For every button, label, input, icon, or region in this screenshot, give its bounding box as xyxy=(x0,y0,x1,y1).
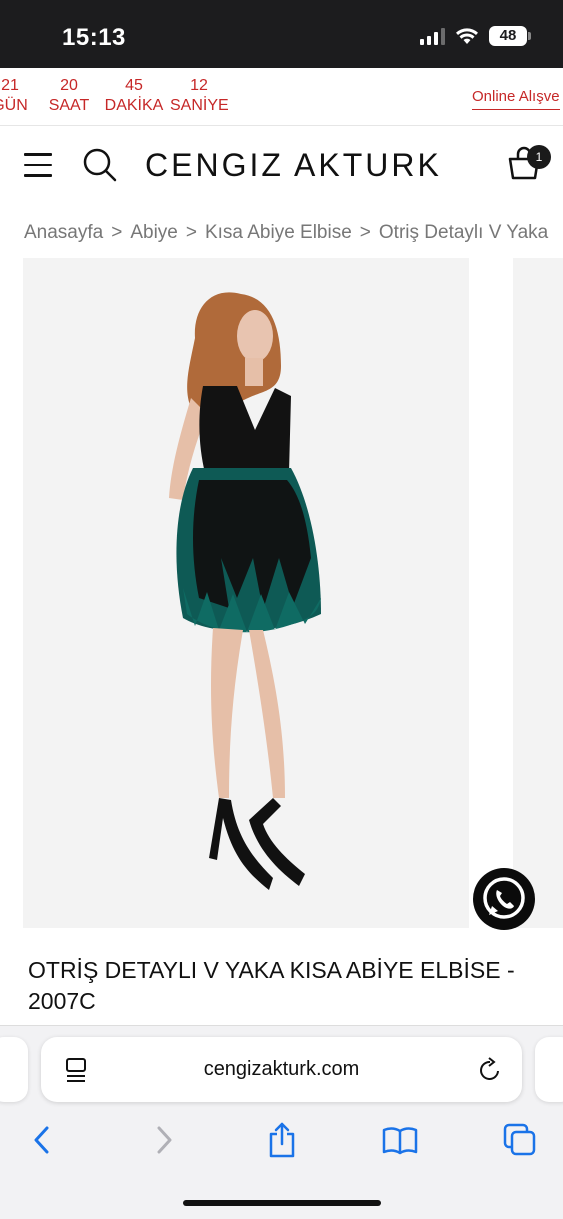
site-logo[interactable]: CENGIZ AKTURK xyxy=(145,147,442,184)
breadcrumb-separator: > xyxy=(111,222,123,243)
home-indicator xyxy=(183,1200,381,1206)
cart-count-badge: 1 xyxy=(527,145,551,169)
url-text: cengizakturk.com xyxy=(203,1058,360,1080)
status-bar: 15:13 48 xyxy=(0,0,563,68)
whatsapp-button[interactable] xyxy=(473,868,535,930)
whatsapp-icon xyxy=(483,877,525,919)
back-button[interactable] xyxy=(22,1120,62,1160)
bookmarks-button[interactable] xyxy=(380,1120,420,1160)
site-header: CENGIZ AKTURK xyxy=(0,127,563,205)
next-product-image[interactable] xyxy=(513,258,563,928)
model-photo xyxy=(23,258,469,928)
breadcrumb-item-home[interactable]: Anasayfa xyxy=(24,222,103,243)
countdown-hours: 20 SAAT xyxy=(48,77,90,114)
tabs-button[interactable] xyxy=(500,1120,540,1160)
online-shopping-link[interactable]: Online Alışve xyxy=(472,88,560,110)
countdown-days: 21 GÜN xyxy=(0,77,28,114)
countdown-minutes: 45 DAKİKA xyxy=(104,77,164,114)
breadcrumb-item-product: Otriş Detaylı V Yaka xyxy=(378,222,549,243)
forward-icon xyxy=(157,1126,172,1154)
reload-icon[interactable] xyxy=(478,1057,502,1083)
countdown-seconds: 12 SANİYE xyxy=(170,77,229,114)
battery-icon: 48 xyxy=(489,26,531,46)
breadcrumb-separator: > xyxy=(359,222,371,243)
countdown-banner: 21 GÜN 20 SAAT 45 DAKİKA 12 SANİYE Onlin… xyxy=(0,68,563,126)
wifi-icon xyxy=(456,28,478,44)
menu-icon[interactable] xyxy=(24,153,52,177)
back-icon xyxy=(34,1126,49,1154)
breadcrumb: Anasayfa > Abiye > Kısa Abiye Elbise > Otriş D… xyxy=(24,222,548,244)
address-bar[interactable]: cengizakturk.com xyxy=(41,1037,522,1102)
product-title: OTRİŞ DETAYLI V YAKA KISA ABİYE ELBİSE -… xyxy=(28,957,515,1014)
bookmarks-icon xyxy=(382,1127,418,1155)
share-button[interactable] xyxy=(262,1120,302,1160)
status-icons: 48 xyxy=(420,26,531,46)
breadcrumb-item-abiye[interactable]: Abiye xyxy=(130,222,178,243)
search-icon[interactable] xyxy=(82,147,118,183)
next-tab[interactable] xyxy=(535,1037,563,1102)
breadcrumb-item-short-dress[interactable]: Kısa Abiye Elbise xyxy=(205,222,352,243)
share-icon xyxy=(269,1122,295,1158)
tabs-icon xyxy=(503,1123,536,1156)
signal-icon xyxy=(420,27,445,45)
status-time: 15:13 xyxy=(62,24,126,51)
forward-button[interactable] xyxy=(144,1120,184,1160)
breadcrumb-separator: > xyxy=(185,222,197,243)
product-image[interactable] xyxy=(23,258,469,928)
previous-tab[interactable] xyxy=(0,1037,28,1102)
